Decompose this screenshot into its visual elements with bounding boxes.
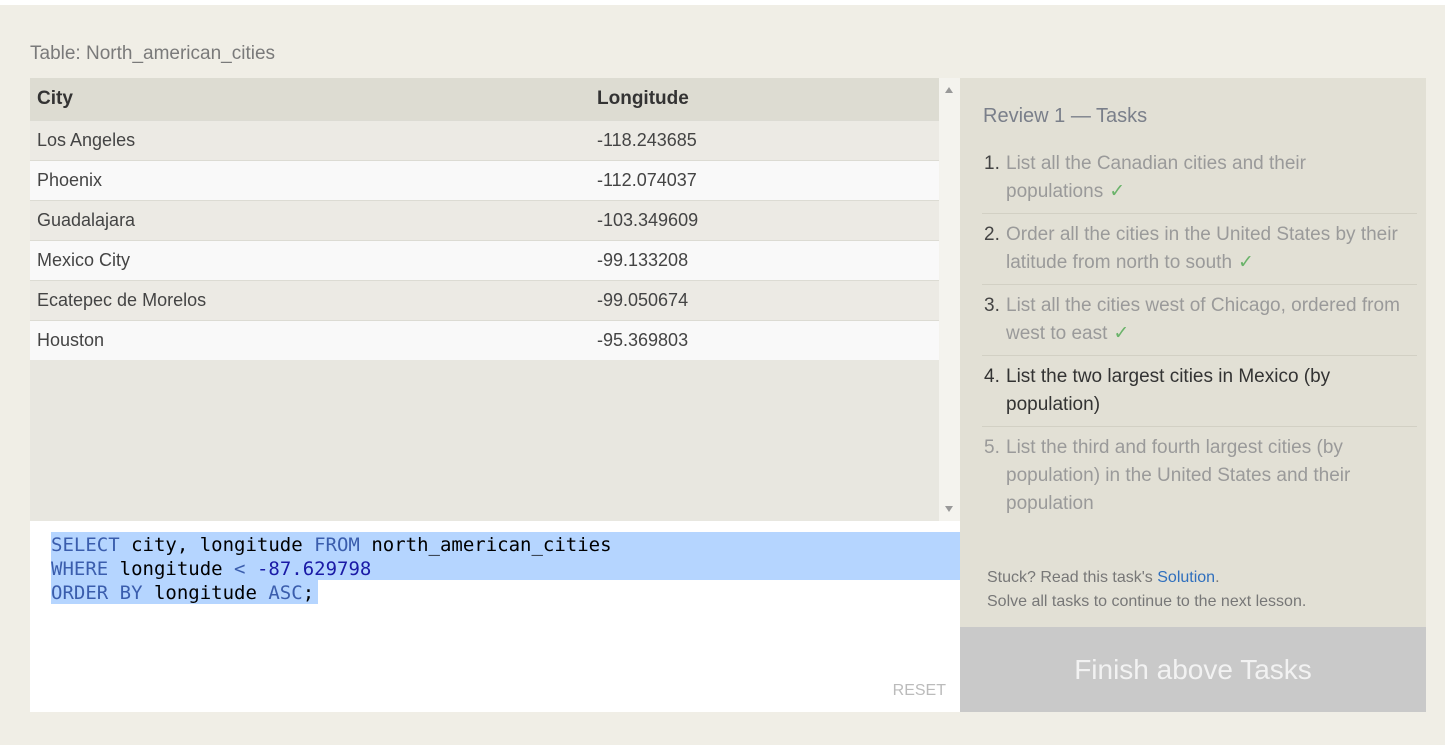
task-number: 4. bbox=[984, 366, 1000, 387]
task-item: 5. List the third and fourth largest cit… bbox=[982, 432, 1417, 525]
sql-editor[interactable]: SELECT city, longitude FROM north_americ… bbox=[30, 521, 960, 712]
task-item-current: 4. List the two largest cities in Mexico… bbox=[982, 361, 1417, 427]
solution-link[interactable]: Solution bbox=[1157, 569, 1215, 586]
number-literal: -87.629798 bbox=[245, 558, 372, 580]
task-number: 1. bbox=[984, 153, 1000, 174]
task-item: 3. List all the cities west of Chicago, … bbox=[982, 290, 1417, 356]
finish-tasks-button[interactable]: Finish above Tasks bbox=[960, 627, 1426, 712]
cell-longitude: -103.349609 bbox=[590, 199, 939, 240]
results-table: City Longitude Los Angeles -118.243685 P… bbox=[30, 78, 939, 360]
task-item: 1. List all the Canadian cities and thei… bbox=[982, 148, 1417, 214]
code-text: longitude bbox=[142, 582, 269, 604]
cell-longitude: -99.133208 bbox=[590, 239, 939, 280]
cell-longitude: -112.074037 bbox=[590, 159, 939, 200]
table-row: Guadalajara -103.349609 bbox=[30, 199, 939, 240]
help-text: Stuck? Read this task's Solution. Solve … bbox=[987, 566, 1306, 614]
keyword-asc: ASC bbox=[268, 582, 303, 604]
cell-city: Guadalajara bbox=[30, 199, 590, 240]
code-text: ; bbox=[302, 582, 315, 604]
table-row: Phoenix -112.074037 bbox=[30, 159, 939, 200]
lesson-frame: Table: North_american_cities City Longit… bbox=[0, 5, 1445, 745]
help-prefix: Stuck? Read this task's bbox=[987, 569, 1158, 586]
keyword-order-by: ORDER BY bbox=[51, 582, 143, 604]
help-suffix: . bbox=[1215, 569, 1220, 586]
results-panel: City Longitude Los Angeles -118.243685 P… bbox=[30, 78, 960, 521]
code-line-1[interactable]: SELECT city, longitude FROM north_americ… bbox=[51, 533, 612, 557]
cell-longitude: -95.369803 bbox=[590, 319, 939, 360]
task-list: 1. List all the Canadian cities and thei… bbox=[982, 148, 1417, 530]
tasks-title: Review 1 — Tasks bbox=[983, 105, 1148, 127]
cell-city: Houston bbox=[30, 319, 590, 360]
task-text: Order all the cities in the United State… bbox=[1006, 224, 1398, 273]
keyword-select: SELECT bbox=[51, 534, 120, 556]
cell-city: Ecatepec de Morelos bbox=[30, 279, 590, 320]
table-header-row: City Longitude bbox=[30, 78, 939, 120]
cell-city: Los Angeles bbox=[30, 119, 590, 160]
scroll-up-arrow-icon[interactable] bbox=[945, 87, 953, 93]
task-text: List the two largest cities in Mexico (b… bbox=[1006, 366, 1331, 415]
operator: < bbox=[234, 558, 246, 580]
keyword-from: FROM bbox=[314, 534, 360, 556]
table-row: Mexico City -99.133208 bbox=[30, 239, 939, 280]
task-item: 2. Order all the cities in the United St… bbox=[982, 219, 1417, 285]
checkmark-icon: ✓ bbox=[1113, 323, 1130, 344]
checkmark-icon: ✓ bbox=[1109, 181, 1126, 202]
code-line-3[interactable]: ORDER BY longitude ASC; bbox=[51, 581, 314, 605]
cell-longitude: -99.050674 bbox=[590, 279, 939, 320]
help-line-2: Solve all tasks to continue to the next … bbox=[987, 593, 1307, 610]
task-number: 5. bbox=[984, 437, 1000, 458]
tasks-panel: Review 1 — Tasks 1. List all the Canadia… bbox=[960, 78, 1426, 627]
task-text: List all the Canadian cities and their p… bbox=[1006, 153, 1306, 202]
cell-longitude: -118.243685 bbox=[590, 119, 939, 160]
code-text: city, longitude bbox=[119, 534, 315, 556]
table-row: Ecatepec de Morelos -99.050674 bbox=[30, 279, 939, 320]
code-text: longitude bbox=[108, 558, 235, 580]
table-row: Los Angeles -118.243685 bbox=[30, 119, 939, 160]
task-number: 3. bbox=[984, 295, 1000, 316]
task-text: List all the cities west of Chicago, ord… bbox=[1006, 295, 1400, 344]
keyword-where: WHERE bbox=[51, 558, 109, 580]
table-row: Houston -95.369803 bbox=[30, 319, 939, 360]
code-line-2[interactable]: WHERE longitude < -87.629798 bbox=[51, 557, 371, 581]
reset-button[interactable]: RESET bbox=[893, 682, 946, 700]
table-title: Table: North_american_cities bbox=[30, 43, 276, 64]
task-number: 2. bbox=[984, 224, 1000, 245]
code-text: north_american_cities bbox=[359, 534, 612, 556]
table-scrollbar[interactable] bbox=[939, 78, 960, 521]
scroll-down-arrow-icon[interactable] bbox=[945, 506, 953, 512]
cell-city: Phoenix bbox=[30, 159, 590, 200]
column-header-city: City bbox=[30, 78, 590, 120]
column-header-longitude: Longitude bbox=[590, 78, 939, 120]
cell-city: Mexico City bbox=[30, 239, 590, 280]
checkmark-icon: ✓ bbox=[1238, 252, 1254, 273]
task-text: List the third and fourth largest cities… bbox=[1006, 437, 1351, 514]
